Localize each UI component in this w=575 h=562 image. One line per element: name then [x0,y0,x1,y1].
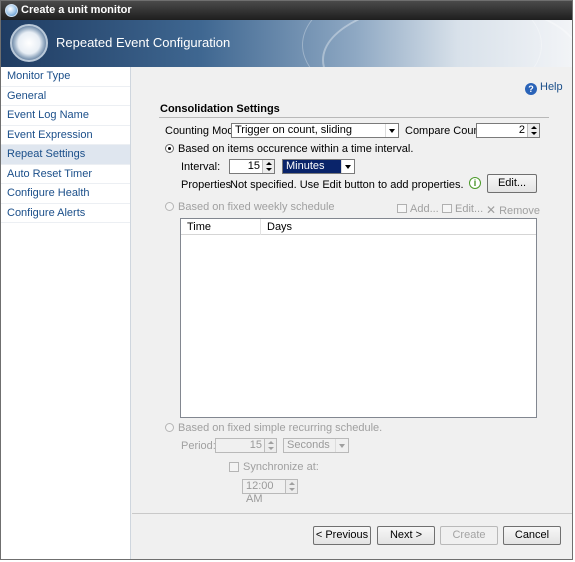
header-banner: Repeated Event Configuration [1,20,572,67]
radio-weekly-schedule-label: Based on fixed weekly schedule [178,201,335,213]
period-stepper[interactable]: 15 [215,438,277,453]
period-label: Period: [181,440,216,452]
spin-arrows-icon[interactable] [527,124,539,137]
compare-count-stepper[interactable]: 2 [476,123,540,138]
sidebar-item-monitor-type[interactable]: Monitor Type [1,67,130,87]
chevron-down-icon [335,439,348,452]
sidebar-item-configure-alerts[interactable]: Configure Alerts [1,204,130,223]
synchronize-time-stepper[interactable]: 12:00 AM [242,479,298,505]
synchronize-label: Synchronize at: [243,461,319,473]
info-icon: i [469,177,481,189]
help-label: Help [540,81,563,93]
interval-unit-value: Minutes [286,160,325,172]
remove-label: Remove [499,205,541,217]
window-title: Create a unit monitor [21,4,132,16]
properties-text: Not specified. Use Edit button to add pr… [230,179,464,191]
edit-label: Edit... [455,203,484,215]
create-unit-monitor-window: Create a unit monitor Repeated Event Con… [0,0,573,560]
next-button[interactable]: Next > [377,526,435,545]
wizard-steps-sidebar: Monitor Type General Event Log Name Even… [1,67,131,559]
radio-simple-recurring-label: Based on fixed simple recurring schedule… [178,422,383,434]
schedule-table[interactable]: Time Days [180,218,537,418]
period-unit-value: Seconds [287,439,330,451]
spin-arrows-icon[interactable] [264,439,276,452]
banner-decoration-2 [302,20,542,67]
period-value: 15 [249,439,262,451]
radio-simple-recurring[interactable] [165,423,174,432]
add-icon [397,204,407,213]
counting-mode-value: Trigger on count, sliding [235,124,352,136]
cancel-button[interactable]: Cancel [503,526,561,545]
sidebar-item-repeat-settings[interactable]: Repeat Settings [1,145,130,165]
create-button[interactable]: Create [440,526,498,545]
sidebar-item-configure-health[interactable]: Configure Health [1,184,130,204]
sidebar-item-auto-reset-timer[interactable]: Auto Reset Timer [1,165,130,184]
sidebar-item-general[interactable]: General [1,87,130,106]
add-schedule-button[interactable]: Add... [397,203,439,215]
sidebar-item-event-expression[interactable]: Event Expression [1,126,130,145]
radio-time-interval-label: Based on items occurence within a time i… [178,143,414,155]
interval-stepper[interactable]: 15 [229,159,275,174]
page-title: Repeated Event Configuration [56,35,231,50]
x-icon: ✕ [486,203,497,217]
compare-count-value: 2 [518,124,525,136]
orb-icon [5,4,18,17]
interval-value: 15 [247,160,260,172]
table-header: Time Days [181,219,536,235]
spin-arrows-icon[interactable] [262,160,274,173]
properties-label: Properties [181,179,232,191]
question-icon: ? [525,83,537,95]
help-link[interactable]: ? Help [525,81,563,95]
interval-label: Interval: [181,161,221,173]
remove-schedule-button[interactable]: ✕ Remove [486,203,540,217]
edit-schedule-button[interactable]: Edit... [442,203,483,215]
add-label: Add... [410,203,439,215]
synchronize-time-value: 12:00 AM [246,480,274,505]
synchronize-checkbox[interactable] [229,462,239,472]
main-panel: ? Help Consolidation Settings Counting Mo… [132,67,572,559]
previous-button[interactable]: < Previous [313,526,371,545]
column-header-time[interactable]: Time [181,219,261,235]
wizard-orb-icon [10,24,48,62]
spin-arrows-icon[interactable] [285,480,297,493]
section-title: Consolidation Settings [160,103,280,115]
sidebar-item-event-log-name[interactable]: Event Log Name [1,106,130,126]
footer-divider [132,513,572,514]
counting-mode-dropdown[interactable]: Trigger on count, sliding [231,123,399,138]
edit-properties-button[interactable]: Edit... [487,174,537,193]
column-header-days[interactable]: Days [261,219,538,235]
compare-count-label: Compare Count: [405,125,486,137]
chevron-down-icon [385,124,398,137]
title-bar: Create a unit monitor [1,1,572,20]
section-divider [159,117,549,118]
radio-time-interval[interactable] [165,144,174,153]
interval-unit-dropdown[interactable]: Minutes [282,159,355,174]
period-unit-dropdown[interactable]: Seconds [283,438,349,453]
radio-weekly-schedule[interactable] [165,202,174,211]
chevron-down-icon [341,160,354,173]
calendar-icon [442,204,452,213]
